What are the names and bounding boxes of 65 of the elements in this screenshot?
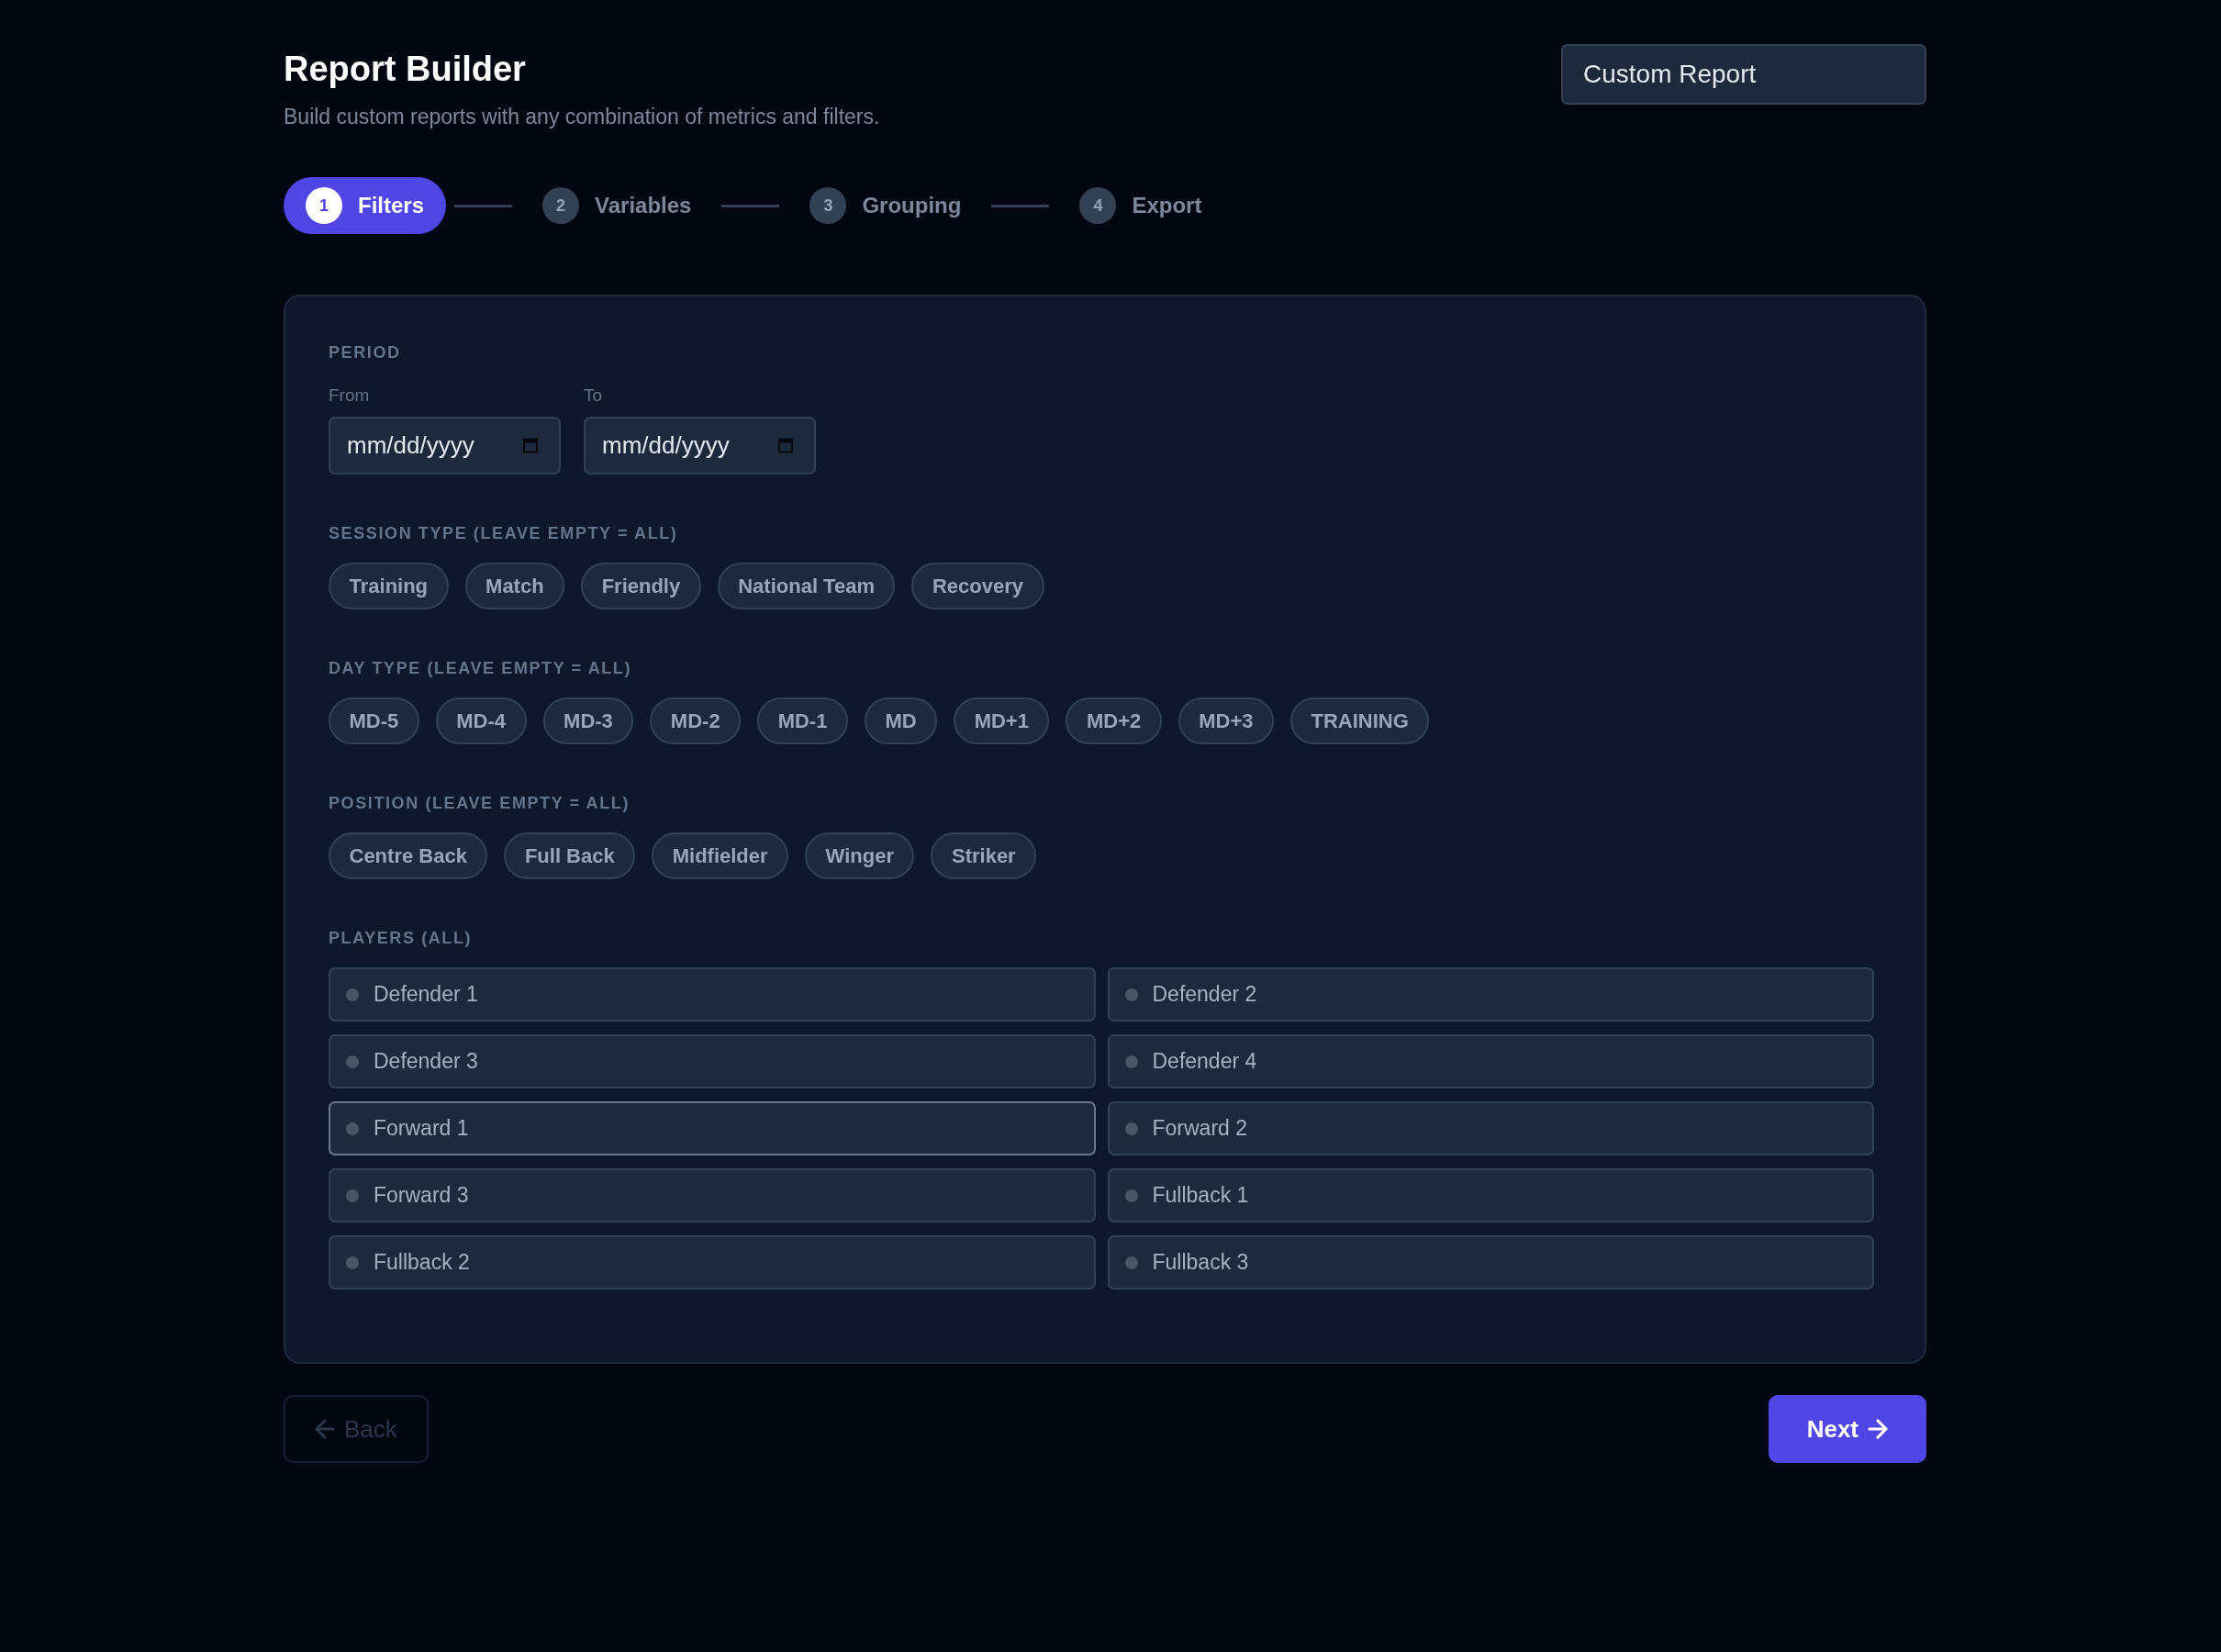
filter-chip[interactable]: Winger bbox=[805, 832, 915, 879]
player-item[interactable]: Forward 2 bbox=[1107, 1101, 1874, 1155]
date-field[interactable]: mm/dd/yyyy bbox=[584, 417, 816, 474]
page-subtitle: Build custom reports with any combination of metrics and filters. bbox=[284, 104, 880, 130]
filter-chip[interactable]: Midfielder bbox=[652, 832, 789, 879]
player-item[interactable]: Defender 4 bbox=[1107, 1034, 1874, 1088]
player-dot-icon bbox=[346, 1055, 359, 1068]
step-number: 1 bbox=[306, 187, 342, 224]
filter-chip[interactable]: National Team bbox=[717, 563, 896, 609]
filter-chip[interactable]: MD-2 bbox=[650, 698, 742, 744]
filter-chip[interactable]: Recovery bbox=[911, 563, 1044, 609]
filter-chip[interactable]: MD-4 bbox=[435, 698, 527, 744]
player-item[interactable]: Fullback 2 bbox=[329, 1235, 1096, 1289]
player-item[interactable]: Fullback 1 bbox=[1107, 1168, 1874, 1222]
player-item[interactable]: Forward 3 bbox=[329, 1168, 1096, 1222]
section-label: POSITION (LEAVE EMPTY = ALL) bbox=[329, 793, 630, 814]
section-label: SESSION TYPE (LEAVE EMPTY = ALL) bbox=[329, 523, 678, 544]
filter-chip[interactable]: Full Back bbox=[504, 832, 636, 879]
filter-chip[interactable]: TRAINING bbox=[1290, 698, 1430, 744]
player-item[interactable]: Fullback 3 bbox=[1107, 1235, 1874, 1289]
report-name-field[interactable]: Custom Report bbox=[1561, 44, 1926, 105]
page-title: Report Builder bbox=[284, 49, 526, 90]
filter-chip[interactable]: MD+2 bbox=[1066, 698, 1162, 744]
player-dot-icon bbox=[1124, 988, 1138, 1001]
filter-chip[interactable]: MD+3 bbox=[1177, 698, 1274, 744]
step-tab[interactable]: 3 Grouping bbox=[787, 177, 984, 234]
player-item[interactable]: Defender 3 bbox=[329, 1034, 1096, 1088]
player-dot-icon bbox=[1124, 1055, 1138, 1068]
player-item[interactable]: Defender 2 bbox=[1107, 967, 1874, 1021]
filter-chip[interactable]: Friendly bbox=[581, 563, 701, 609]
step-number: 2 bbox=[542, 187, 580, 224]
step-number: 3 bbox=[809, 187, 847, 224]
section-label: PERIOD bbox=[329, 342, 401, 363]
player-dot-icon bbox=[1124, 1256, 1138, 1269]
field-label: To bbox=[584, 385, 603, 406]
arrow-left-icon bbox=[315, 1419, 335, 1439]
step-tab[interactable]: 1 Filters bbox=[284, 177, 447, 234]
filter-chip[interactable]: MD-3 bbox=[542, 698, 634, 744]
calendar-icon[interactable] bbox=[777, 437, 794, 453]
filter-chip[interactable]: MD-5 bbox=[329, 698, 419, 744]
player-dot-icon bbox=[346, 1189, 359, 1202]
filter-chip[interactable]: Striker bbox=[931, 832, 1037, 879]
step-tab[interactable]: 4 Export bbox=[1057, 177, 1224, 234]
player-dot-icon bbox=[346, 1122, 359, 1135]
player-dot-icon bbox=[346, 1256, 359, 1269]
step-tab[interactable]: 2 Variables bbox=[520, 177, 714, 234]
filter-chip[interactable]: MD-1 bbox=[757, 698, 848, 744]
filter-chip[interactable]: Match bbox=[464, 563, 565, 609]
next-button[interactable]: Next bbox=[1768, 1395, 1926, 1463]
section-label: PLAYERS (ALL) bbox=[329, 928, 473, 949]
player-dot-icon bbox=[346, 988, 359, 1001]
field-label: From bbox=[329, 385, 370, 406]
player-dot-icon bbox=[1124, 1189, 1138, 1202]
section-label: DAY TYPE (LEAVE EMPTY = ALL) bbox=[329, 658, 632, 679]
player-dot-icon bbox=[1124, 1122, 1138, 1135]
arrow-right-icon bbox=[1868, 1419, 1888, 1439]
player-item[interactable]: Forward 1 bbox=[329, 1101, 1096, 1155]
filter-chip[interactable]: Training bbox=[329, 563, 449, 609]
filter-chip[interactable]: MD+1 bbox=[954, 698, 1050, 744]
date-field[interactable]: mm/dd/yyyy bbox=[329, 417, 561, 474]
step-number: 4 bbox=[1079, 187, 1117, 224]
filter-chip[interactable]: MD bbox=[864, 698, 938, 744]
filter-chip[interactable]: Centre Back bbox=[329, 832, 488, 879]
player-item[interactable]: Defender 1 bbox=[329, 967, 1096, 1021]
calendar-icon[interactable] bbox=[522, 437, 539, 453]
